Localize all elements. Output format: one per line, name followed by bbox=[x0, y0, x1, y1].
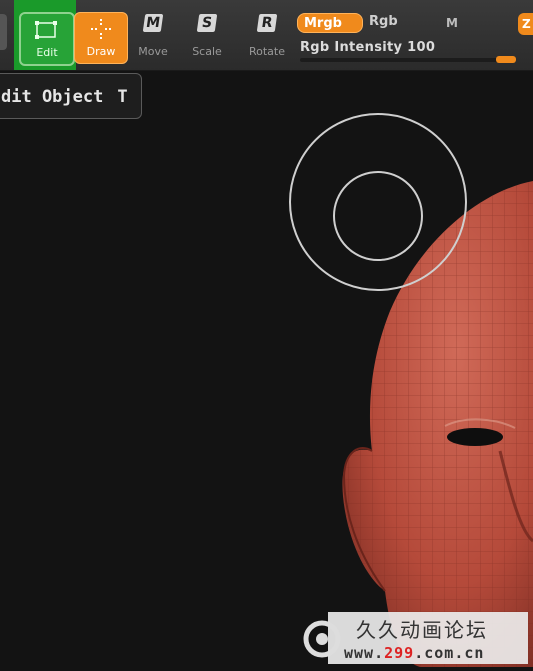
forum-logo-icon bbox=[303, 620, 341, 658]
m-toggle[interactable]: M bbox=[446, 16, 458, 30]
zadd-button[interactable]: Z bbox=[518, 13, 533, 35]
tooltip-hotkey: T bbox=[117, 87, 128, 107]
move-label: Move bbox=[138, 45, 168, 58]
rgb-intensity-label: Rgb Intensity 100 bbox=[300, 40, 435, 55]
draw-button[interactable]: Draw bbox=[74, 12, 128, 64]
watermark-url: www.299.com.cn bbox=[344, 644, 484, 662]
eye-socket bbox=[447, 428, 503, 446]
left-edge-button[interactable] bbox=[0, 14, 7, 50]
top-toolbar: Edit Draw M Move S Scale R Rotate Mrgb R… bbox=[0, 0, 533, 71]
sculpt-viewport bbox=[289, 113, 533, 667]
watermark-url-accent: 299 bbox=[384, 644, 415, 662]
move-button[interactable]: M Move bbox=[128, 6, 178, 64]
scale-button[interactable]: S Scale bbox=[182, 6, 232, 64]
rotate-key-icon: R bbox=[256, 14, 278, 32]
edit-label: Edit bbox=[36, 46, 58, 59]
edit-icon bbox=[35, 21, 57, 39]
rgb-intensity-slider-handle[interactable] bbox=[496, 56, 516, 63]
rotate-label: Rotate bbox=[248, 45, 285, 58]
edit-object-tooltip: dit Object T bbox=[0, 73, 142, 119]
watermark-title: 久久动画论坛 bbox=[356, 618, 488, 642]
rgb-intensity-text: Rgb Intensity bbox=[300, 40, 403, 55]
watermark-url-suffix: .com.cn bbox=[414, 644, 485, 662]
watermark-url-prefix: www. bbox=[344, 644, 385, 662]
rgb-intensity-slider[interactable] bbox=[300, 56, 516, 63]
move-key-icon: M bbox=[142, 14, 164, 32]
viewport-canvas[interactable] bbox=[0, 71, 533, 667]
draw-label: Draw bbox=[86, 45, 116, 58]
brush-cursor bbox=[289, 113, 467, 291]
rotate-button[interactable]: R Rotate bbox=[242, 6, 292, 64]
scale-label: Scale bbox=[192, 45, 222, 58]
scale-key-icon: S bbox=[196, 14, 218, 32]
edit-button[interactable]: Edit bbox=[19, 12, 75, 66]
draw-icon bbox=[91, 19, 111, 39]
rgb-intensity-value: 100 bbox=[407, 40, 436, 55]
tooltip-text: dit Object bbox=[1, 87, 104, 107]
head-mesh bbox=[342, 181, 533, 667]
rgb-toggle[interactable]: Rgb bbox=[369, 14, 398, 29]
mrgb-toggle[interactable]: Mrgb bbox=[297, 13, 363, 33]
